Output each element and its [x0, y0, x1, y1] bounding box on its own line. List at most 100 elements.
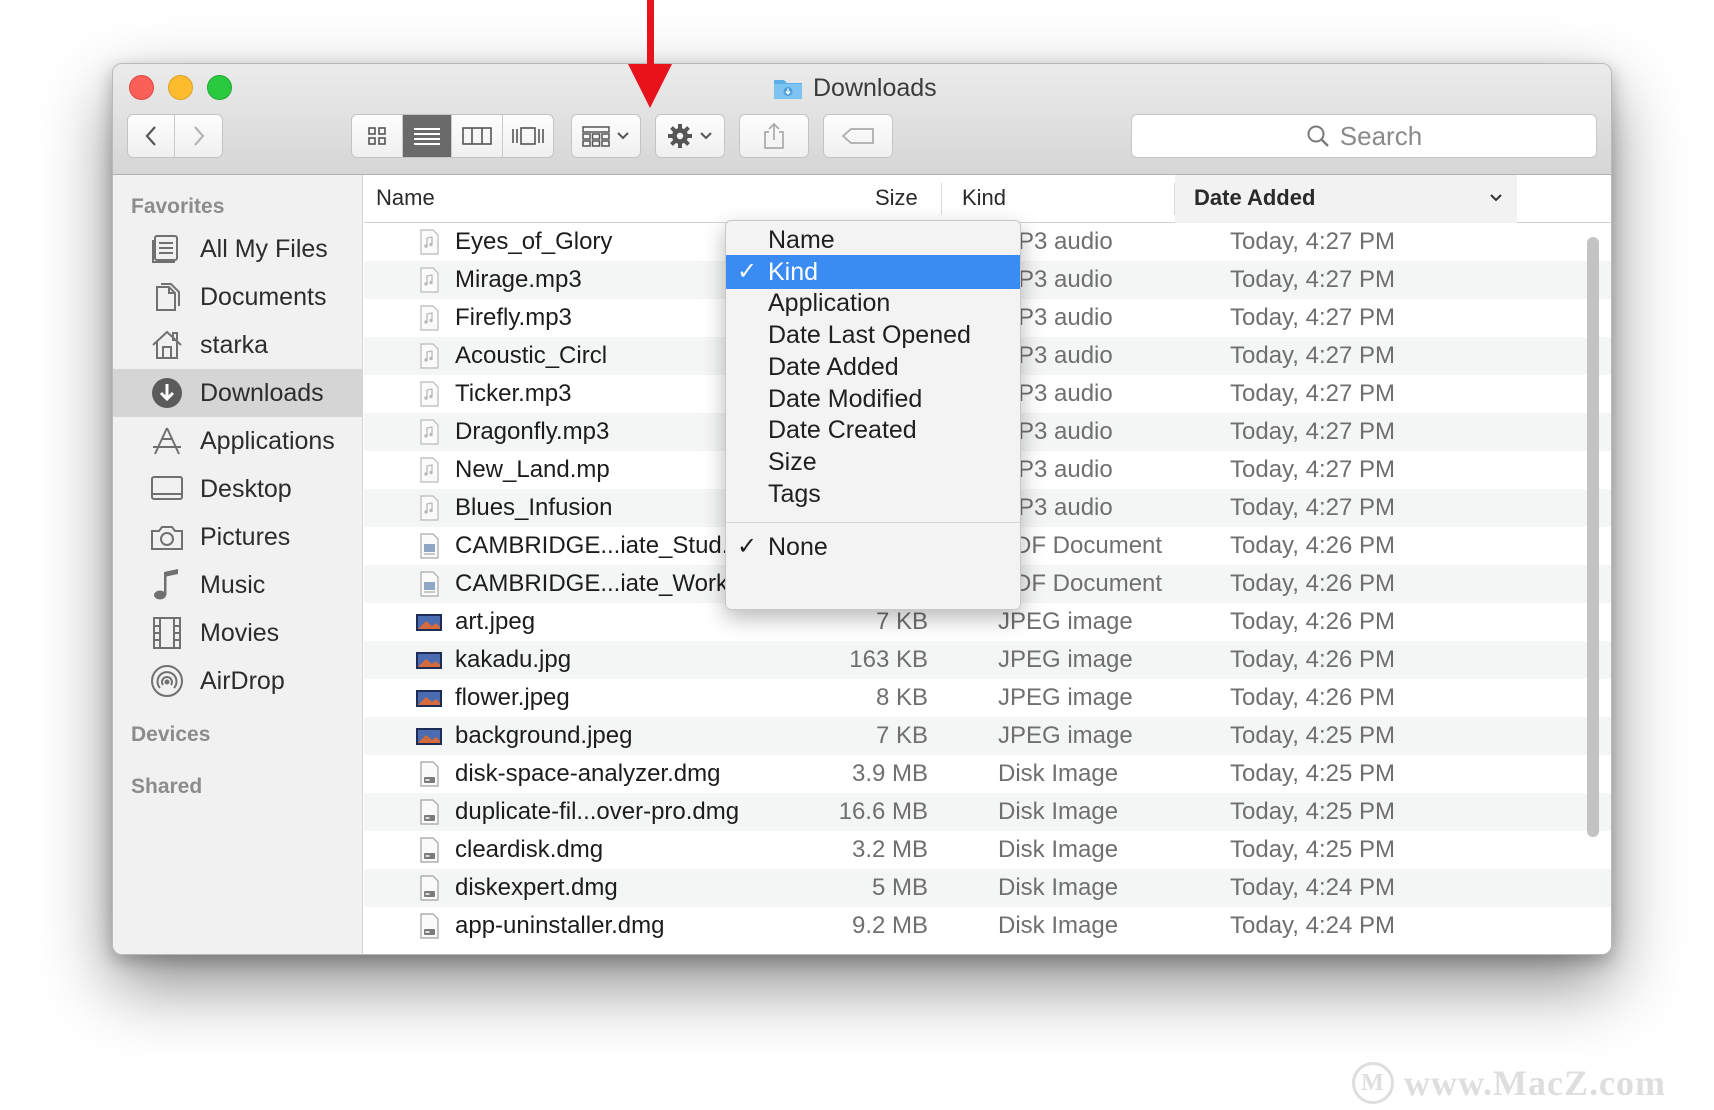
column-view-button[interactable] — [452, 115, 503, 157]
action-button[interactable] — [655, 114, 725, 158]
view-mode-control — [351, 114, 554, 158]
image-file-icon — [415, 646, 443, 674]
file-name: art.jpeg — [455, 608, 536, 635]
zoom-button[interactable] — [207, 75, 232, 100]
sidebar-item-desktop[interactable]: Desktop — [113, 465, 363, 513]
file-name: background.jpeg — [455, 722, 633, 749]
sidebar-item-pictures[interactable]: Pictures — [113, 513, 363, 561]
sidebar-item-music[interactable]: Music — [113, 561, 363, 609]
file-name: Acoustic_Circl — [455, 342, 608, 369]
sidebar-item-movies[interactable]: Movies — [113, 609, 363, 657]
file-date-added: Today, 4:25 PM — [1230, 760, 1395, 787]
sidebar-item-all-my-files[interactable]: All My Files — [113, 225, 363, 273]
menu-divider — [726, 522, 1020, 523]
file-date-added: Today, 4:25 PM — [1230, 798, 1395, 825]
file-name: disk-space-analyzer.dmg — [455, 760, 721, 787]
column-size[interactable]: Size — [875, 175, 918, 223]
table-row[interactable]: duplicate-fil...over-pro.dmg 16.6 MB Disk … — [364, 793, 1611, 831]
file-size: 3.9 MB — [851, 760, 928, 787]
grid-icon — [367, 127, 386, 145]
cover-flow-view-button[interactable] — [503, 115, 553, 157]
column-date-added[interactable]: Date Added — [1175, 175, 1517, 223]
cover-flow-icon — [511, 127, 544, 145]
table-row[interactable]: diskexpert.dmg 5 MB Disk Image Today, 4:24 … — [364, 869, 1611, 907]
sidebar-item-documents[interactable]: Documents — [113, 273, 363, 321]
menu-item-date-last-opened[interactable]: Date Last Opened — [726, 318, 1020, 352]
audio-file-icon — [415, 418, 443, 446]
finder-window: Downloads Search Favorites All My Files … — [112, 63, 1612, 955]
pdf-file-icon — [415, 570, 443, 598]
chevron-down-icon — [1490, 194, 1502, 202]
table-row[interactable]: kakadu.jpg 163 KB JPEG image Today, 4:26 PM — [364, 641, 1611, 679]
audio-file-icon — [415, 304, 443, 332]
list-view-button[interactable] — [402, 115, 453, 157]
camera-icon — [147, 517, 187, 557]
tag-button[interactable] — [823, 114, 893, 158]
file-date-added: Today, 4:27 PM — [1230, 456, 1395, 483]
file-date-added: Today, 4:27 PM — [1230, 266, 1395, 293]
table-row[interactable]: cleardisk.dmg 3.2 MB Disk Image Today, 4:25… — [364, 831, 1611, 869]
file-date-added: Today, 4:25 PM — [1230, 722, 1395, 749]
back-button[interactable] — [128, 115, 176, 157]
file-name: Dragonfly.mp3 — [455, 418, 610, 445]
downloads-folder-icon — [773, 76, 803, 100]
minimize-button[interactable] — [168, 75, 193, 100]
search-field[interactable]: Search — [1131, 114, 1597, 158]
menu-item-tags[interactable]: Tags — [726, 477, 1020, 511]
menu-item-kind[interactable]: ✓ Kind — [726, 254, 1020, 289]
menu-item-none[interactable]: ✓ None — [726, 530, 1020, 564]
share-button[interactable] — [739, 114, 809, 158]
file-kind: Disk Image — [998, 798, 1119, 825]
file-name: Mirage.mp3 — [455, 266, 582, 293]
disk-image-icon — [415, 874, 443, 902]
column-kind[interactable]: Kind — [962, 175, 1006, 223]
file-date-added: Today, 4:25 PM — [1230, 836, 1395, 863]
menu-item-application[interactable]: Application — [726, 286, 1020, 320]
sidebar-item-label: Applications — [200, 426, 335, 455]
file-name: Eyes_of_Glory — [455, 228, 613, 255]
file-name: CAMBRIDGE...iate_Stud.pdf — [455, 532, 762, 559]
tag-icon — [841, 128, 874, 144]
file-date-added: Today, 4:26 PM — [1230, 646, 1395, 673]
file-date-added: Today, 4:26 PM — [1230, 684, 1395, 711]
file-kind: PDF Document — [998, 570, 1163, 597]
sidebar-item-applications[interactable]: Applications — [113, 417, 363, 465]
menu-item-date-created[interactable]: Date Created — [726, 413, 1020, 447]
file-date-added: Today, 4:26 PM — [1230, 532, 1395, 559]
file-name: duplicate-fil...over-pro.dmg — [455, 798, 740, 825]
menu-item-date-added[interactable]: Date Added — [726, 350, 1020, 384]
table-row[interactable]: disk-space-analyzer.dmg 3.9 MB Disk Image T… — [364, 755, 1611, 793]
column-name[interactable]: Name — [376, 175, 435, 223]
file-size: 8 KB — [875, 684, 928, 711]
sidebar-item-home[interactable]: starka — [113, 321, 363, 369]
column-divider — [941, 183, 942, 215]
menu-item-name[interactable]: Name — [726, 223, 1020, 257]
file-kind: JPEG image — [998, 722, 1133, 749]
forward-button[interactable] — [175, 115, 222, 157]
window-title: Downloads — [773, 72, 937, 104]
table-row[interactable]: background.jpeg 7 KB JPEG image Today, 4:25… — [364, 717, 1611, 755]
menu-item-label: None — [768, 533, 828, 561]
group-by-button[interactable] — [571, 114, 641, 158]
file-name: Ticker.mp3 — [455, 380, 572, 407]
watermark-text: www.MacZ.com — [1404, 1063, 1666, 1103]
menu-item-size[interactable]: Size — [726, 445, 1020, 479]
table-row[interactable]: app-uninstaller.dmg 9.2 MB Disk Image Today… — [364, 907, 1611, 945]
vertical-scrollbar[interactable] — [1587, 237, 1599, 837]
sidebar-item-airdrop[interactable]: AirDrop — [113, 657, 363, 705]
close-button[interactable] — [129, 75, 154, 100]
sidebar-item-downloads[interactable]: Downloads — [113, 369, 363, 417]
file-date-added: Today, 4:24 PM — [1230, 874, 1395, 901]
file-date-added: Today, 4:27 PM — [1230, 228, 1395, 255]
sidebar-item-label: AirDrop — [200, 666, 285, 695]
table-row[interactable]: flower.jpeg 8 KB JPEG image Today, 4:26 PM — [364, 679, 1611, 717]
home-icon — [147, 325, 187, 365]
audio-file-icon — [415, 494, 443, 522]
image-file-icon — [415, 608, 443, 636]
icon-view-button[interactable] — [352, 115, 403, 157]
menu-item-date-modified[interactable]: Date Modified — [726, 382, 1020, 416]
file-name: cleardisk.dmg — [455, 836, 604, 863]
menu-item-label: Date Last Opened — [768, 321, 971, 350]
file-kind: JPEG image — [998, 646, 1133, 673]
file-name: Blues_Infusion — [455, 494, 613, 521]
